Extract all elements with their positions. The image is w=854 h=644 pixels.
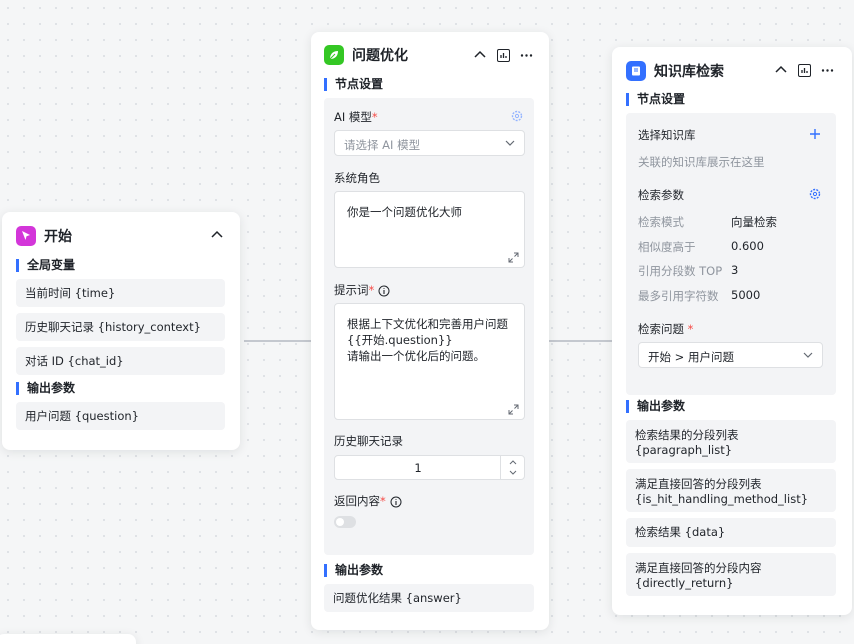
search-question-select[interactable]: 开始 > 用户问题 (638, 342, 823, 368)
leaf-icon (324, 45, 344, 65)
add-icon[interactable] (809, 128, 821, 140)
chevron-up-icon[interactable] (473, 48, 487, 62)
select-kb-hint: 关联的知识库展示在这里 (638, 154, 765, 170)
chevron-down-icon (505, 138, 515, 148)
output-paragraph-list: 检索结果的分段列表 {paragraph_list} (626, 420, 836, 463)
settings-gear-icon[interactable] (511, 110, 523, 122)
system-role-value: 你是一个问题优化大师 (347, 204, 462, 220)
param-value: 向量检索 (731, 214, 777, 230)
section-title-output: 输出参数 (324, 564, 383, 577)
edge-question-to-kb (548, 340, 612, 342)
ai-model-label: AI 模型* (334, 109, 378, 125)
node-title: 开始 (44, 226, 72, 246)
more-icon[interactable] (821, 64, 834, 77)
expand-icon[interactable] (508, 404, 519, 415)
stepper-down-icon[interactable] (509, 470, 517, 476)
return-content-toggle[interactable] (334, 516, 356, 528)
node-title: 问题优化 (352, 45, 408, 65)
param-key: 引用分段数 TOP (638, 263, 722, 279)
kb-search-node[interactable]: 知识库检索 节点设置 选择知识库 关联的知识库展示在这里 检索参数 检索模式 向… (612, 47, 852, 615)
history-number-input[interactable]: 1 (334, 455, 525, 480)
param-value: 5000 (731, 288, 760, 302)
search-params-label: 检索参数 (638, 187, 684, 203)
settings-gear-icon[interactable] (809, 188, 821, 200)
info-icon[interactable] (378, 285, 390, 297)
info-icon[interactable] (390, 496, 402, 508)
chevron-up-icon[interactable] (774, 63, 788, 77)
chevron-down-icon (803, 350, 813, 360)
node-title: 知识库检索 (654, 61, 724, 81)
system-role-textarea[interactable]: 你是一个问题优化大师 (334, 191, 525, 268)
output-directly-return: 满足直接回答的分段内容 {directly_return} (626, 553, 836, 596)
prompt-value: 根据上下文优化和完善用户问题 {{开始.question}} 请输出一个优化后的… (347, 316, 508, 364)
book-icon (626, 61, 646, 81)
param-value: 0.600 (731, 239, 764, 253)
history-value: 1 (335, 461, 501, 475)
select-kb-label: 选择知识库 (638, 127, 696, 143)
more-icon[interactable] (520, 49, 533, 62)
section-title-node-settings: 节点设置 (626, 93, 685, 106)
param-key: 检索模式 (638, 214, 684, 230)
edge-start-to-question (244, 340, 312, 342)
expand-icon[interactable] (508, 252, 519, 263)
chart-icon[interactable] (798, 64, 811, 77)
cursor-icon (16, 226, 36, 246)
question-optimize-node[interactable]: 问题优化 节点设置 AI 模型* 请选择 AI 模型 系统角色 你是一个问题优化… (311, 32, 549, 630)
search-question-value: 开始 > 用户问题 (648, 349, 734, 365)
ai-model-placeholder: 请选择 AI 模型 (344, 137, 420, 153)
global-var-chat-id: 对话 ID {chat_id} (16, 347, 225, 375)
ai-model-select[interactable]: 请选择 AI 模型 (334, 130, 525, 156)
output-answer: 问题优化结果 {answer} (324, 584, 534, 612)
section-title-output: 输出参数 (626, 400, 685, 413)
stepper-controls (500, 456, 524, 479)
prompt-textarea[interactable]: 根据上下文优化和完善用户问题 {{开始.question}} 请输出一个优化后的… (334, 303, 525, 420)
prompt-label: 提示词* (334, 282, 390, 298)
global-var-history: 历史聊天记录 {history_context} (16, 313, 225, 341)
section-title-global-vars: 全局变量 (16, 259, 75, 272)
output-question: 用户问题 {question} (16, 402, 225, 430)
system-role-label: 系统角色 (334, 170, 380, 186)
search-question-label: 检索问题 * (638, 321, 693, 337)
param-key: 最多引用字符数 (638, 288, 719, 304)
global-var-time: 当前时间 {time} (16, 279, 225, 307)
offscreen-node[interactable] (0, 634, 136, 644)
section-title-node-settings: 节点设置 (324, 78, 383, 91)
chart-icon[interactable] (497, 49, 510, 62)
section-title-output: 输出参数 (16, 382, 75, 395)
history-label: 历史聊天记录 (334, 433, 403, 449)
output-data: 检索结果 {data} (626, 518, 836, 547)
stepper-up-icon[interactable] (509, 459, 517, 465)
chevron-up-icon[interactable] (210, 228, 224, 242)
param-value: 3 (731, 263, 738, 277)
output-hit-handling-list: 满足直接回答的分段列表 {is_hit_handling_method_list… (626, 469, 836, 512)
param-key: 相似度高于 (638, 239, 696, 255)
return-content-label: 返回内容* (334, 493, 402, 509)
start-node[interactable]: 开始 全局变量 当前时间 {time} 历史聊天记录 {history_cont… (2, 212, 240, 450)
